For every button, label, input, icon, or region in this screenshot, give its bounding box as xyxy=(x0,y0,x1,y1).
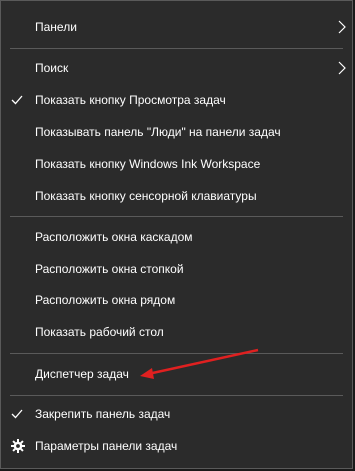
taskbar-context-menu: Панели Поиск Показать кнопку Просмотра з… xyxy=(0,0,353,469)
menu-item-label: Диспетчер задач xyxy=(35,367,129,381)
menu-item-taskbar-settings[interactable]: Параметры панели задач xyxy=(1,430,352,462)
menu-item-label: Панели xyxy=(35,20,77,34)
menu-item-cascade-windows[interactable]: Расположить окна каскадом xyxy=(1,221,352,253)
menu-separator xyxy=(10,48,343,49)
menu-item-show-people-button[interactable]: Показывать панель "Люди" на панели задач xyxy=(1,116,352,148)
chevron-right-icon xyxy=(338,20,346,34)
menu-item-label: Показать кнопку сенсорной клавиатуры xyxy=(35,189,257,203)
menu-item-label: Расположить окна каскадом xyxy=(35,230,193,244)
check-icon xyxy=(11,95,23,105)
check-icon xyxy=(11,409,23,419)
menu-item-label: Поиск xyxy=(35,61,69,75)
menu-item-label: Показывать панель "Люди" на панели задач xyxy=(35,125,281,139)
menu-item-panels[interactable]: Панели xyxy=(1,11,352,43)
menu-item-show-ink-workspace-button[interactable]: Показать кнопку Windows Ink Workspace xyxy=(1,148,352,180)
menu-item-label: Показать кнопку Windows Ink Workspace xyxy=(35,157,261,171)
menu-item-show-task-view-button[interactable]: Показать кнопку Просмотра задач xyxy=(1,84,352,116)
gear-icon xyxy=(11,439,25,453)
menu-item-label: Расположить окна рядом xyxy=(35,293,176,307)
menu-item-task-manager[interactable]: Диспетчер задач xyxy=(1,358,352,390)
menu-item-lock-taskbar[interactable]: Закрепить панель задач xyxy=(1,398,352,430)
menu-item-label: Показать рабочий стол xyxy=(35,325,164,339)
menu-item-label: Параметры панели задач xyxy=(35,439,178,453)
menu-item-label: Расположить окна стопкой xyxy=(35,262,184,276)
menu-separator xyxy=(10,216,343,217)
menu-separator xyxy=(10,395,343,396)
menu-item-show-desktop[interactable]: Показать рабочий стол xyxy=(1,316,352,348)
chevron-right-icon xyxy=(338,61,346,75)
menu-item-show-touch-keyboard-button[interactable]: Показать кнопку сенсорной клавиатуры xyxy=(1,180,352,212)
menu-item-side-by-side-windows[interactable]: Расположить окна рядом xyxy=(1,284,352,316)
menu-item-stack-windows[interactable]: Расположить окна стопкой xyxy=(1,253,352,285)
menu-item-label: Показать кнопку Просмотра задач xyxy=(35,93,226,107)
menu-item-label: Закрепить панель задач xyxy=(35,407,171,421)
menu-separator xyxy=(10,353,343,354)
menu-item-search[interactable]: Поиск xyxy=(1,52,352,84)
